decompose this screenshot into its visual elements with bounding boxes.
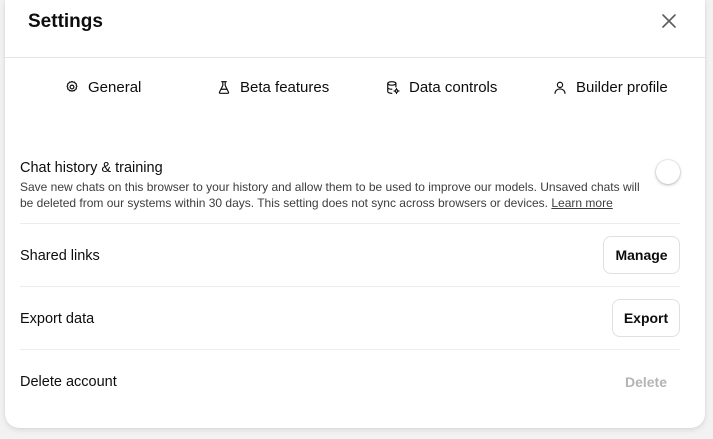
chat-history-description: Save new chats on this browser to your h…: [20, 179, 640, 211]
export-data-row: Export data Export: [20, 287, 680, 349]
chat-history-toggle[interactable]: [656, 160, 680, 184]
tab-beta-features[interactable]: Beta features: [217, 74, 329, 100]
tab-data-controls-label: Data controls: [409, 78, 498, 96]
tab-general[interactable]: General: [65, 74, 141, 100]
user-icon: [554, 81, 566, 94]
flask-icon: [218, 80, 230, 94]
database-icon: [387, 80, 400, 94]
dialog-title: Settings: [28, 11, 103, 32]
dialog-header: Settings: [5, 0, 705, 58]
tab-general-label: General: [88, 78, 142, 96]
gear-icon: [66, 80, 78, 92]
learn-more-link[interactable]: Learn more: [551, 196, 612, 210]
settings-dialog: Settings General Beta features Data cont…: [5, 0, 705, 428]
close-icon: [662, 14, 676, 28]
delete-account-row: Delete account Delete: [20, 350, 680, 412]
export-button[interactable]: Export: [612, 299, 680, 337]
close-button[interactable]: [657, 9, 681, 33]
manage-button[interactable]: Manage: [603, 236, 680, 274]
tab-builder-profile[interactable]: Builder profile: [553, 74, 668, 100]
chat-history-row: Chat history & training Save new chats o…: [20, 159, 680, 211]
shared-links-row: Shared links Manage: [20, 224, 680, 286]
chat-history-description-text: Save new chats on this browser to your h…: [20, 180, 640, 210]
tab-builder-profile-label: Builder profile: [576, 78, 668, 96]
export-data-label: Export data: [20, 311, 95, 327]
tab-data-controls[interactable]: Data controls: [386, 74, 497, 100]
chat-history-label: Chat history & training: [20, 160, 163, 176]
delete-account-label: Delete account: [20, 374, 117, 390]
settings-tabs: General Beta features Data controls Buil…: [5, 74, 705, 100]
tab-beta-features-label: Beta features: [240, 78, 330, 96]
delete-button[interactable]: Delete: [618, 364, 674, 400]
shared-links-label: Shared links: [20, 248, 100, 264]
